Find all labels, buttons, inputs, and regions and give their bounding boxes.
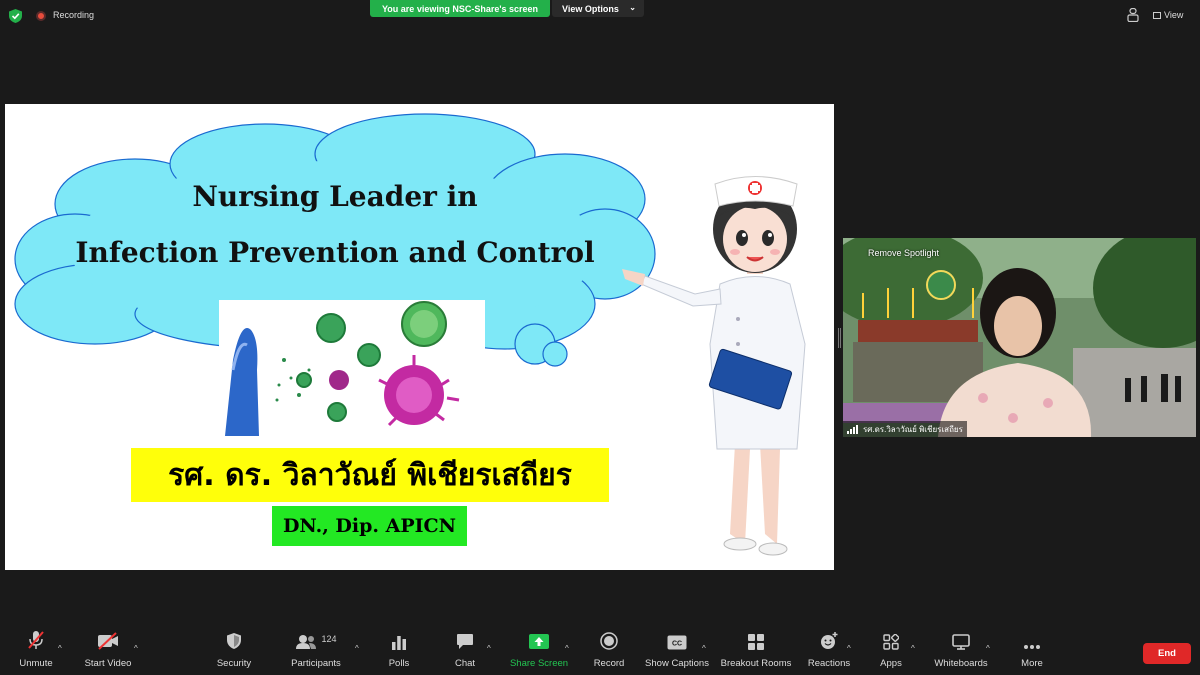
unmute-button[interactable]: Unmute xyxy=(14,628,58,675)
polls-label: Polls xyxy=(388,658,410,669)
record-label: Record xyxy=(593,658,625,669)
remove-spotlight-label[interactable]: Remove Spotlight xyxy=(868,248,939,258)
credentials-highlight: DN., Dip. APICN xyxy=(272,506,467,546)
polls-button[interactable]: Polls xyxy=(382,628,416,675)
immersive-icon[interactable] xyxy=(1127,8,1139,22)
share-options-chevron-icon[interactable]: ^ xyxy=(565,644,569,653)
signal-strength-icon xyxy=(847,424,859,434)
breakout-rooms-label: Breakout Rooms xyxy=(720,658,792,669)
recording-label: Recording xyxy=(53,10,95,20)
captions-options-chevron-icon[interactable]: ^ xyxy=(702,644,706,653)
shared-screen-slide: Nursing Leader in Infection Prevention a… xyxy=(5,104,834,570)
whiteboard-icon xyxy=(952,634,970,650)
show-captions-label: Show Captions xyxy=(645,658,709,669)
apps-label: Apps xyxy=(880,658,902,669)
presenter-credentials: DN., Dip. APICN xyxy=(282,515,457,537)
audio-options-chevron-icon[interactable]: ^ xyxy=(58,644,62,653)
breakout-rooms-button[interactable]: Breakout Rooms xyxy=(720,628,792,675)
apps-options-chevron-icon[interactable]: ^ xyxy=(911,644,915,653)
record-icon xyxy=(600,632,618,650)
breakout-rooms-icon xyxy=(748,634,764,650)
view-button[interactable]: View xyxy=(1153,10,1183,20)
top-bar: Recording You are viewing NSC-Share's sc… xyxy=(0,0,1200,32)
reactions-label: Reactions xyxy=(807,658,851,669)
more-button[interactable]: More xyxy=(1016,628,1048,675)
shield-icon xyxy=(227,633,241,649)
chat-options-chevron-icon[interactable]: ^ xyxy=(487,644,491,653)
participants-options-chevron-icon[interactable]: ^ xyxy=(355,644,359,653)
participants-count: 124 xyxy=(321,634,337,644)
recording-icon xyxy=(36,11,46,21)
apps-button[interactable]: Apps xyxy=(876,628,906,675)
view-options-button[interactable]: View Options ⌄ xyxy=(552,0,644,17)
security-button[interactable]: Security xyxy=(212,628,256,675)
view-label: View xyxy=(1164,10,1184,20)
encryption-shield-icon[interactable] xyxy=(9,9,22,23)
video-feed xyxy=(843,238,1196,437)
polls-icon xyxy=(392,636,406,650)
end-meeting-button[interactable]: End xyxy=(1143,643,1191,664)
closed-captions-icon: CC xyxy=(667,635,687,650)
whiteboards-options-chevron-icon[interactable]: ^ xyxy=(986,644,990,653)
chevron-down-icon: ⌄ xyxy=(629,3,636,12)
participant-name: รศ.ดร.วิลาวัณย์ พิเชียรเสถียร xyxy=(863,424,963,434)
svg-text:CC: CC xyxy=(672,641,682,648)
meeting-toolbar: Unmute ^ Start Video ^ Security 124 Part… xyxy=(0,628,1200,675)
participants-icon xyxy=(296,635,317,649)
presenter-name: รศ. ดร. วิลาวัณย์ พิเชียรเสถียร xyxy=(168,457,572,493)
record-button[interactable]: Record xyxy=(591,628,627,675)
share-screen-button[interactable]: Share Screen xyxy=(509,628,569,675)
microphone-muted-icon xyxy=(28,631,44,649)
video-camera-off-icon xyxy=(98,632,118,650)
chat-icon xyxy=(457,634,473,649)
share-screen-label: Share Screen xyxy=(509,658,569,669)
participant-video-tile[interactable]: Remove Spotlight รศ.ดร.วิลาวัณย์ พิเชียร… xyxy=(843,238,1196,437)
viewing-screen-banner: You are viewing NSC-Share's screen xyxy=(370,0,550,17)
participant-name-tag: รศ.ดร.วิลาวัณย์ พิเชียรเสถียร xyxy=(843,421,967,437)
security-label: Security xyxy=(216,658,252,669)
start-video-button[interactable]: Start Video xyxy=(82,628,134,675)
participants-label: Participants xyxy=(291,658,341,669)
virus-image xyxy=(219,300,485,436)
unmute-label: Unmute xyxy=(19,658,53,669)
slide-title-line1: Nursing Leader in xyxy=(192,180,478,213)
whiteboards-label: Whiteboards xyxy=(934,658,988,669)
panel-resize-handle[interactable] xyxy=(838,328,841,348)
more-label: More xyxy=(1021,658,1043,669)
whiteboards-button[interactable]: Whiteboards xyxy=(930,628,992,675)
apps-icon xyxy=(883,634,899,650)
participants-button[interactable]: 124 Participants xyxy=(288,628,344,675)
reactions-button[interactable]: Reactions xyxy=(806,628,852,675)
chat-button[interactable]: Chat xyxy=(450,628,480,675)
grid-view-icon xyxy=(1153,12,1161,19)
slide-title-line2: Infection Prevention and Control xyxy=(75,236,595,269)
chat-label: Chat xyxy=(454,658,476,669)
presenter-name-highlight: รศ. ดร. วิลาวัณย์ พิเชียรเสถียร xyxy=(131,448,609,502)
reactions-smiley-icon xyxy=(821,632,838,649)
video-options-chevron-icon[interactable]: ^ xyxy=(134,644,138,653)
view-options-label: View Options xyxy=(562,3,619,14)
more-dots-icon xyxy=(1024,645,1040,649)
reactions-options-chevron-icon[interactable]: ^ xyxy=(847,644,851,653)
start-video-label: Start Video xyxy=(84,658,132,669)
show-captions-button[interactable]: CC Show Captions xyxy=(644,628,710,675)
share-screen-icon xyxy=(529,634,549,649)
